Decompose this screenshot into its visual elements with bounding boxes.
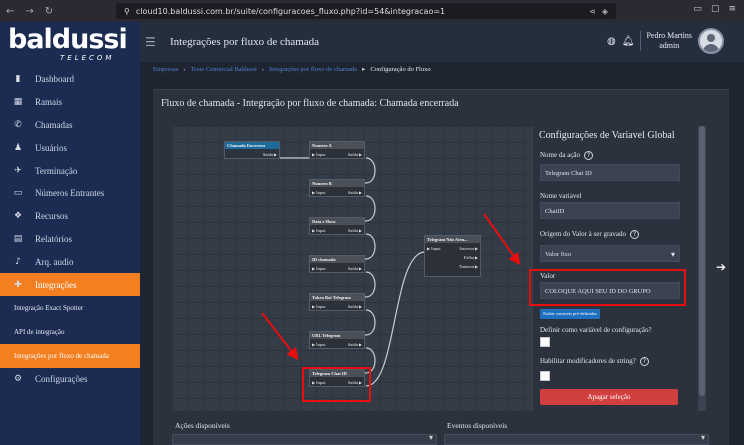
annotation-arrows [261,213,521,361]
actions-label: Ações disponíveis [175,421,230,430]
events-label: Eventos disponíveis [447,421,508,430]
annotation-arrow [261,312,299,361]
events-select[interactable] [444,433,709,445]
actions-select[interactable] [172,433,437,445]
annotation-arrow [483,213,521,266]
